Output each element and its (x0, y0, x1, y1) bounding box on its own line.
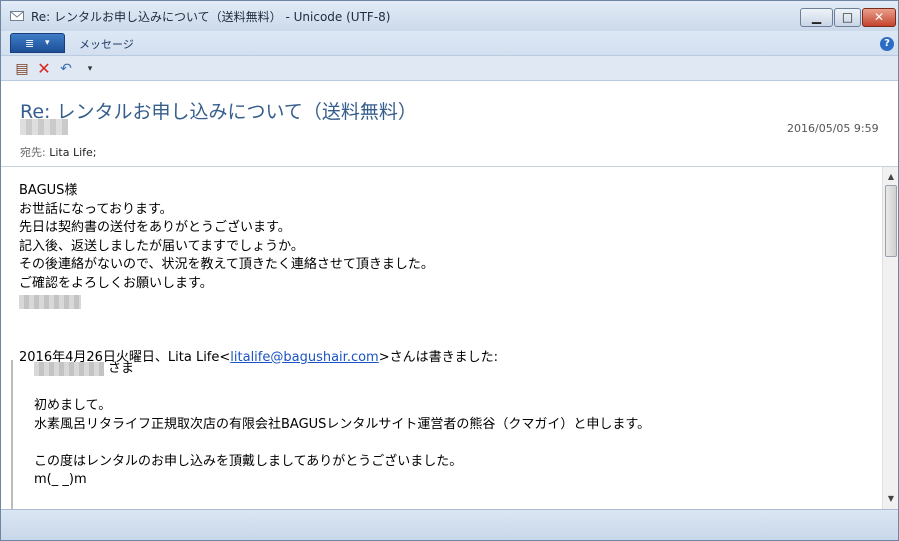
message-header: Re: レンタルお申し込みについて（送料無料） 2016/05/05 9:59 … (1, 81, 898, 167)
tab-message[interactable]: メッセージ (79, 36, 134, 52)
quote-salutation-line: さま (34, 360, 650, 379)
to-value[interactable]: Lita Life; (49, 146, 96, 159)
body-line: その後連絡がないので、状況を教えて頂きたく連絡させて頂きました。 (19, 257, 434, 272)
vertical-scrollbar[interactable]: ▲ ▼ (882, 167, 898, 509)
status-bar (1, 509, 898, 540)
envelope-icon (10, 11, 24, 21)
reply-icon[interactable]: ↶ (57, 60, 75, 78)
ribbon-bar: ≣ ▾ メッセージ ? (1, 31, 898, 55)
recipient-line: 宛先: Lita Life; (20, 144, 96, 160)
delete-icon[interactable]: ✕ (35, 60, 53, 78)
maximize-button[interactable]: □ (834, 8, 861, 27)
scroll-up-icon[interactable]: ▲ (883, 169, 899, 185)
message-body[interactable]: BAGUS様 お世話になっております。 先日は契約書の送付をありがとうございます… (1, 167, 882, 509)
close-button[interactable]: ✕ (862, 8, 896, 27)
quick-access-toolbar: ▤ ✕ ↶ ▾ (1, 55, 898, 81)
title-bar: Re: レンタルお申し込みについて（送料無料） - Unicode (UTF-8… (1, 1, 898, 31)
window-title: Re: レンタルお申し込みについて（送料無料） - Unicode (UTF-8… (31, 10, 391, 24)
body-line: 先日は契約書の送付をありがとうございます。 (19, 220, 291, 235)
quoted-message: さま 初めまして。 水素風呂リタライフ正規取次店の有限会社BAGUSレンタルサイ… (34, 360, 650, 490)
to-label: 宛先: (20, 146, 46, 159)
quote-line: この度はレンタルのお申し込みを頂戴しましてありがとうございました。 (34, 453, 463, 469)
body-content: BAGUS様 お世話になっております。 先日は契約書の送付をありがとうございます… (19, 182, 498, 367)
body-line: ご確認をよろしくお願いします。 (19, 275, 213, 291)
quote-salutation: さま (108, 361, 135, 376)
recipient-name-redacted (34, 361, 104, 376)
help-icon[interactable]: ? (880, 37, 894, 51)
scroll-thumb[interactable] (885, 185, 897, 257)
file-menu-button[interactable]: ≣ ▾ (10, 33, 65, 53)
signature-redacted (19, 293, 498, 312)
customize-toolbar-icon[interactable]: ▾ (81, 60, 99, 78)
quote-line: 水素風呂リタライフ正規取次店の有限会社BAGUSレンタルサイト運営者の熊谷（クマ… (34, 416, 651, 432)
maximize-icon: □ (841, 10, 854, 24)
close-icon: ✕ (873, 10, 885, 24)
email-window: Re: レンタルお申し込みについて（送料無料） - Unicode (UTF-8… (0, 0, 899, 541)
quote-line: m(_ _)m (34, 472, 87, 487)
message-date: 2016/05/05 9:59 (787, 122, 879, 135)
chevron-down-icon: ▾ (45, 38, 50, 48)
body-line: 記入後、返送しましたが届いてますでしょうか。 (19, 238, 304, 254)
sender-name-redacted (20, 119, 68, 135)
quote-line: 初めまして。 (34, 398, 112, 413)
minimize-icon: ▁ (811, 10, 822, 24)
body-line: BAGUS様 (19, 183, 78, 198)
scroll-down-icon[interactable]: ▼ (883, 491, 899, 507)
save-icon[interactable]: ▤ (13, 60, 31, 78)
menu-icon: ≣ (25, 37, 35, 50)
minimize-button[interactable]: ▁ (800, 8, 833, 27)
message-subject: Re: レンタルお申し込みについて（送料無料） (20, 101, 417, 123)
quote-bar (11, 360, 13, 509)
body-line: お世話になっております。 (19, 201, 173, 217)
